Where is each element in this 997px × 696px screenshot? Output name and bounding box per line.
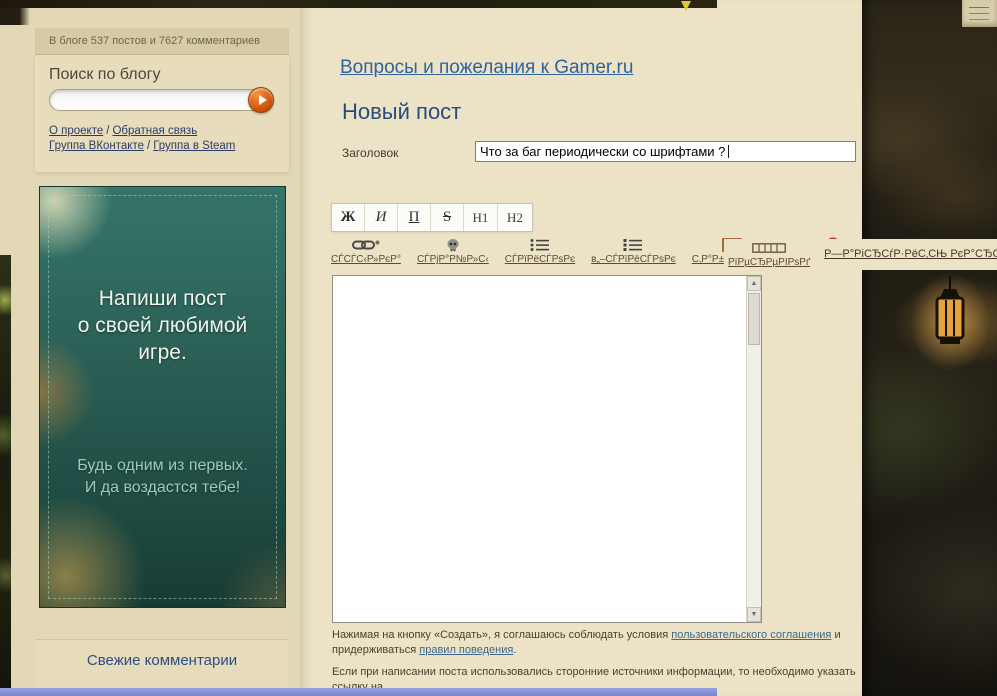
translate-button[interactable]: РїРµСЂРµРІРѕРґ <box>728 240 810 268</box>
page: В блоге 537 постов и 7627 комментариев П… <box>0 0 997 696</box>
sidebar: В блоге 537 постов и 7627 комментариев П… <box>0 0 300 696</box>
chain-link-icon <box>352 237 380 253</box>
promo-banner-subtitle: Будь одним из первых. И да воздастся теб… <box>40 455 285 499</box>
numbered-list-button[interactable]: в„–СЃРїРёСЃРѕРє <box>591 237 676 265</box>
lantern-icon <box>920 276 976 376</box>
promo-title-line: игре. <box>40 339 285 366</box>
user-agreement-link[interactable]: пользовательского соглашения <box>671 629 831 641</box>
bullet-list-icon <box>530 237 550 253</box>
decorative-top-strip <box>0 0 717 8</box>
about-link[interactable]: О проекте <box>49 125 103 137</box>
decorative-corner-art <box>0 8 30 25</box>
agreement-text: Нажимая на кнопку «Создать», я соглашаюс… <box>332 629 671 641</box>
numbered-list-icon <box>623 237 643 253</box>
sidebar-links: О проекте/Обратная связь Группа ВКонтакт… <box>49 124 235 154</box>
strikethrough-button[interactable]: S <box>431 204 464 231</box>
vk-group-link[interactable]: Группа ВКонтакте <box>49 140 144 152</box>
underline-button[interactable]: П <box>398 204 431 231</box>
fresh-comments-panel: Свежие комментарии <box>35 640 289 688</box>
scroll-up-button[interactable]: ▲ <box>747 276 761 291</box>
italic-button[interactable]: И <box>365 204 398 231</box>
skull-icon <box>446 237 460 253</box>
link-separator: / <box>106 125 109 137</box>
agreement-text: . <box>513 644 516 656</box>
comb-grid-icon <box>752 240 786 256</box>
arrow-right-icon <box>259 95 267 105</box>
promo-banner-title: Напиши пост о своей любимой игре. <box>40 285 285 366</box>
insert-toolbar-right: РїРµСЂРµРІРѕРґ Р—Р°РіСЂСѓР·РёС‚СЊ РєР°СЂ… <box>724 239 997 270</box>
blog-title-link[interactable]: Вопросы и пожелания к Gamer.ru <box>340 57 633 79</box>
page-title: Новый пост <box>342 99 461 125</box>
post-body-editor[interactable]: ▲ ▼ <box>332 275 762 623</box>
promo-title-line: Напиши пост <box>40 285 285 312</box>
map-corner-art <box>962 0 997 27</box>
agreement-note: Нажимая на кнопку «Создать», я соглашаюс… <box>332 628 874 658</box>
map-marker-icon <box>681 1 691 11</box>
feedback-link[interactable]: Обратная связь <box>112 125 197 137</box>
link-separator: / <box>147 140 150 152</box>
rules-link[interactable]: правил поведения <box>419 644 513 656</box>
promo-sub-line: И да воздастся тебе! <box>40 477 285 499</box>
search-panel: Поиск по блогу О проекте/Обратная связь … <box>35 55 289 172</box>
editor-scrollbar[interactable]: ▲ ▼ <box>746 276 761 622</box>
scrollbar-thumb[interactable] <box>748 293 760 345</box>
bullet-list-button[interactable]: СЃРїРёСЃРѕРє <box>505 237 575 265</box>
tool-label: РїРµСЂРµРІРѕРґ <box>728 257 810 268</box>
search-input[interactable] <box>49 89 263 111</box>
post-title-value: Что за баг периодически со шрифтами ? <box>480 144 725 159</box>
upload-image-link[interactable]: Р—Р°РіСЂСѓР·РёС‚СЊ РєР°СЂС‚РёРЅРєСѓ <box>824 248 997 260</box>
promo-title-line: о своей любимой <box>40 312 285 339</box>
decorative-left-strip <box>0 255 11 696</box>
tool-label: СЃСЃС‹Р»РєР° <box>331 254 401 265</box>
text-caret <box>728 145 729 158</box>
bold-button[interactable]: Ж <box>332 204 365 231</box>
tool-label: СЃРјР°Р№Р»С‹ <box>417 254 489 265</box>
scrollbar-track[interactable] <box>747 291 761 607</box>
format-toolbar: Ж И П S H1 H2 <box>331 203 533 232</box>
promo-banner[interactable]: Напиши пост о своей любимой игре. Будь о… <box>39 186 286 608</box>
tool-label: СЃРїРёСЃРѕРє <box>505 254 575 265</box>
main-content: Вопросы и пожелания к Gamer.ru Новый пос… <box>300 0 862 696</box>
decorative-bottom-strip <box>0 688 717 696</box>
heading1-button[interactable]: H1 <box>464 204 498 231</box>
insert-smiley-button[interactable]: СЃРјР°Р№Р»С‹ <box>417 237 489 265</box>
search-title: Поиск по блогу <box>49 66 160 84</box>
insert-link-button[interactable]: СЃСЃС‹Р»РєР° <box>331 237 401 265</box>
tool-label: в„–СЃРїРёСЃРѕРє <box>591 254 676 265</box>
post-title-input[interactable]: Что за баг периодически со шрифтами ? <box>475 141 856 162</box>
heading2-button[interactable]: H2 <box>498 204 532 231</box>
steam-group-link[interactable]: Группа в Steam <box>153 140 235 152</box>
decorative-art-strip <box>862 0 997 696</box>
scroll-down-button[interactable]: ▼ <box>747 607 761 622</box>
search-button[interactable] <box>248 87 274 113</box>
blog-stats: В блоге 537 постов и 7627 комментариев <box>35 28 289 55</box>
post-title-label: Заголовок <box>342 146 398 160</box>
promo-sub-line: Будь одним из первых. <box>40 455 285 477</box>
fresh-comments-title: Свежие комментарии <box>35 652 289 669</box>
